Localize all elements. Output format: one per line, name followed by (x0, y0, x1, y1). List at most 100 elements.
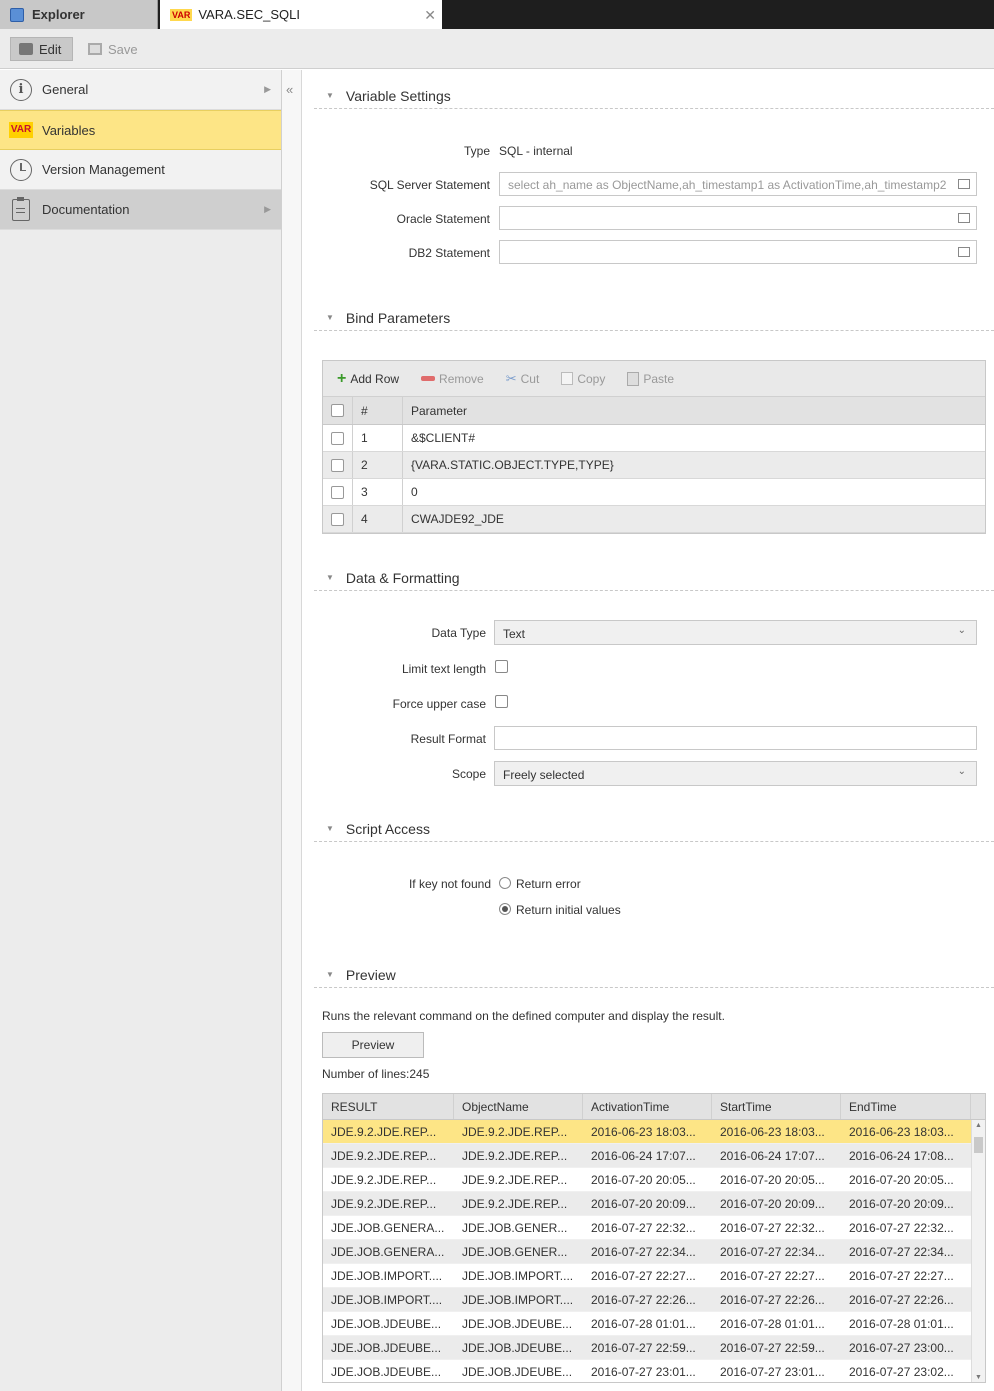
table-cell: 2016-07-27 23:01... (720, 1364, 825, 1379)
row-checkbox[interactable] (331, 485, 344, 499)
table-row[interactable]: 3 0 (323, 479, 985, 506)
section-bind-parameters[interactable]: ▼ Bind Parameters (314, 305, 994, 331)
remove-label: Remove (439, 371, 484, 386)
table-row[interactable]: JDE.JOB.IMPORT.... JDE.JOB.IMPORT.... 2016… (323, 1264, 985, 1288)
save-button[interactable]: Save (80, 37, 146, 61)
column-header-endtime[interactable]: EndTime (841, 1094, 971, 1119)
tab-vara-sec-sqli[interactable]: VAR VARA.SEC_SQLI ✕ (160, 0, 442, 29)
section-preview[interactable]: ▼ Preview (314, 962, 994, 988)
close-icon[interactable]: ✕ (424, 7, 436, 24)
row-parameter[interactable]: &$CLIENT# (403, 425, 985, 451)
return-initial-values-radio[interactable] (499, 903, 511, 915)
return-initial-values-label[interactable]: Return initial values (516, 903, 621, 917)
scope-label: Scope (451, 767, 486, 781)
edit-text-icon[interactable] (958, 247, 970, 257)
sidebar-item-version-management[interactable]: Version Management (0, 150, 281, 190)
row-checkbox[interactable] (331, 512, 344, 526)
table-row[interactable]: JDE.9.2.JDE.REP... JDE.9.2.JDE.REP... 2016… (323, 1192, 985, 1216)
result-format-input[interactable] (494, 726, 977, 750)
panel-splitter[interactable]: « (282, 70, 302, 1391)
table-cell: JDE.JOB.GENER... (462, 1244, 568, 1259)
copy-button[interactable]: Copy (561, 372, 605, 386)
copy-label: Copy (577, 371, 606, 386)
oracle-label: Oracle Statement (396, 212, 490, 226)
table-row[interactable]: JDE.9.2.JDE.REP... JDE.9.2.JDE.REP... 2016… (323, 1168, 985, 1192)
return-error-radio[interactable] (499, 877, 511, 889)
section-script-access[interactable]: ▼ Script Access (314, 816, 994, 842)
sql-server-statement-field[interactable]: select ah_name as ObjectName,ah_timestam… (499, 172, 977, 196)
section-variable-settings[interactable]: ▼ Variable Settings (314, 83, 994, 109)
tab-explorer[interactable]: Explorer (0, 0, 158, 29)
table-row[interactable]: JDE.9.2.JDE.REP... JDE.9.2.JDE.REP... 2016… (323, 1120, 985, 1144)
section-data-formatting[interactable]: ▼ Data & Formatting (314, 565, 994, 591)
column-header-result[interactable]: RESULT (323, 1094, 454, 1119)
table-cell: 2016-07-27 22:26... (849, 1292, 954, 1307)
table-cell: JDE.9.2.JDE.REP... (462, 1124, 568, 1139)
table-cell: 2016-06-23 18:03... (591, 1124, 696, 1139)
table-row[interactable]: JDE.JOB.GENERA... JDE.JOB.GENER... 2016-07… (323, 1240, 985, 1264)
table-row[interactable]: 4 CWAJDE92_JDE (323, 506, 985, 533)
scroll-down-icon[interactable]: ▼ (975, 1374, 982, 1381)
edit-button[interactable]: Edit (10, 37, 73, 61)
sidebar-item-general[interactable]: i General ▶ (0, 70, 281, 110)
sql-server-statement-text: select ah_name as ObjectName,ah_timestam… (508, 178, 947, 192)
paste-button[interactable]: Paste (627, 371, 674, 386)
row-num: 4 (353, 506, 403, 532)
table-row[interactable]: 2 {VARA.STATIC.OBJECT.TYPE,TYPE} (323, 452, 985, 479)
force-upper-checkbox[interactable] (495, 695, 508, 708)
edit-text-icon[interactable] (958, 213, 970, 223)
plus-icon: + (337, 369, 347, 387)
row-parameter[interactable]: CWAJDE92_JDE (403, 506, 985, 532)
table-row[interactable]: JDE.JOB.IMPORT.... JDE.JOB.IMPORT.... 2016… (323, 1288, 985, 1312)
table-cell: 2016-07-27 23:02... (849, 1364, 954, 1379)
data-type-select[interactable]: Text ⌄ (494, 620, 977, 645)
collapse-left-icon[interactable]: « (286, 82, 293, 97)
table-cell: 2016-07-27 22:34... (591, 1244, 696, 1259)
results-scrollbar[interactable]: ▲ ▼ (971, 1120, 985, 1382)
table-row[interactable]: 1 &$CLIENT# (323, 425, 985, 452)
column-header-objectname[interactable]: ObjectName (454, 1094, 583, 1119)
scope-select[interactable]: Freely selected ⌄ (494, 761, 977, 786)
sidebar: i General ▶ VAR Variables Version Manage… (0, 70, 282, 1391)
return-error-label[interactable]: Return error (516, 877, 581, 891)
row-parameter[interactable]: {VARA.STATIC.OBJECT.TYPE,TYPE} (403, 452, 985, 478)
table-cell: JDE.JOB.IMPORT.... (331, 1292, 443, 1307)
row-checkbox[interactable] (331, 431, 344, 445)
table-cell: 2016-07-27 22:32... (720, 1220, 825, 1235)
column-header-num[interactable]: # (353, 397, 403, 424)
edit-text-icon[interactable] (958, 179, 970, 189)
limit-text-checkbox[interactable] (495, 660, 508, 673)
table-row[interactable]: JDE.JOB.GENERA... JDE.JOB.GENER... 2016-07… (323, 1216, 985, 1240)
table-row[interactable]: JDE.JOB.JDEUBE... JDE.JOB.JDEUBE... 2016-0… (323, 1312, 985, 1336)
table-cell: 2016-07-20 20:09... (849, 1196, 954, 1211)
remove-button[interactable]: Remove (421, 372, 484, 386)
grid-header: # Parameter (323, 397, 985, 425)
sidebar-item-documentation[interactable]: Documentation ▶ (0, 190, 281, 230)
table-cell: JDE.JOB.JDEUBE... (462, 1316, 573, 1331)
preview-button[interactable]: Preview (322, 1032, 424, 1058)
column-header-parameter[interactable]: Parameter (403, 397, 985, 424)
table-row[interactable]: JDE.JOB.JDEUBE... JDE.JOB.JDEUBE... 2016-0… (323, 1360, 985, 1382)
tab-explorer-label: Explorer (32, 7, 85, 22)
table-row[interactable]: JDE.JOB.JDEUBE... JDE.JOB.JDEUBE... 2016-0… (323, 1336, 985, 1360)
select-all-checkbox[interactable] (331, 404, 344, 417)
add-row-button[interactable]: + Add Row (337, 370, 399, 388)
table-cell: JDE.JOB.JDEUBE... (462, 1364, 573, 1379)
row-parameter[interactable]: 0 (403, 479, 985, 505)
cut-button[interactable]: ✂ Cut (506, 371, 540, 387)
table-row[interactable]: JDE.9.2.JDE.REP... JDE.9.2.JDE.REP... 2016… (323, 1144, 985, 1168)
row-checkbox[interactable] (331, 458, 344, 472)
section-title: Data & Formatting (345, 569, 460, 586)
column-header-activationtime[interactable]: ActivationTime (583, 1094, 712, 1119)
table-cell: JDE.9.2.JDE.REP... (331, 1196, 437, 1211)
db2-statement-field[interactable] (499, 240, 977, 264)
oracle-statement-field[interactable] (499, 206, 977, 230)
collapse-triangle-icon: ▼ (326, 573, 334, 582)
scroll-thumb[interactable] (974, 1137, 983, 1153)
scroll-up-icon[interactable]: ▲ (975, 1122, 982, 1129)
column-header-starttime[interactable]: StartTime (712, 1094, 841, 1119)
table-cell: 2016-07-20 20:05... (849, 1172, 954, 1187)
sidebar-item-variables[interactable]: VAR Variables (0, 110, 281, 150)
table-cell: 2016-07-20 20:09... (720, 1196, 825, 1211)
table-cell: 2016-07-27 22:34... (720, 1244, 825, 1259)
